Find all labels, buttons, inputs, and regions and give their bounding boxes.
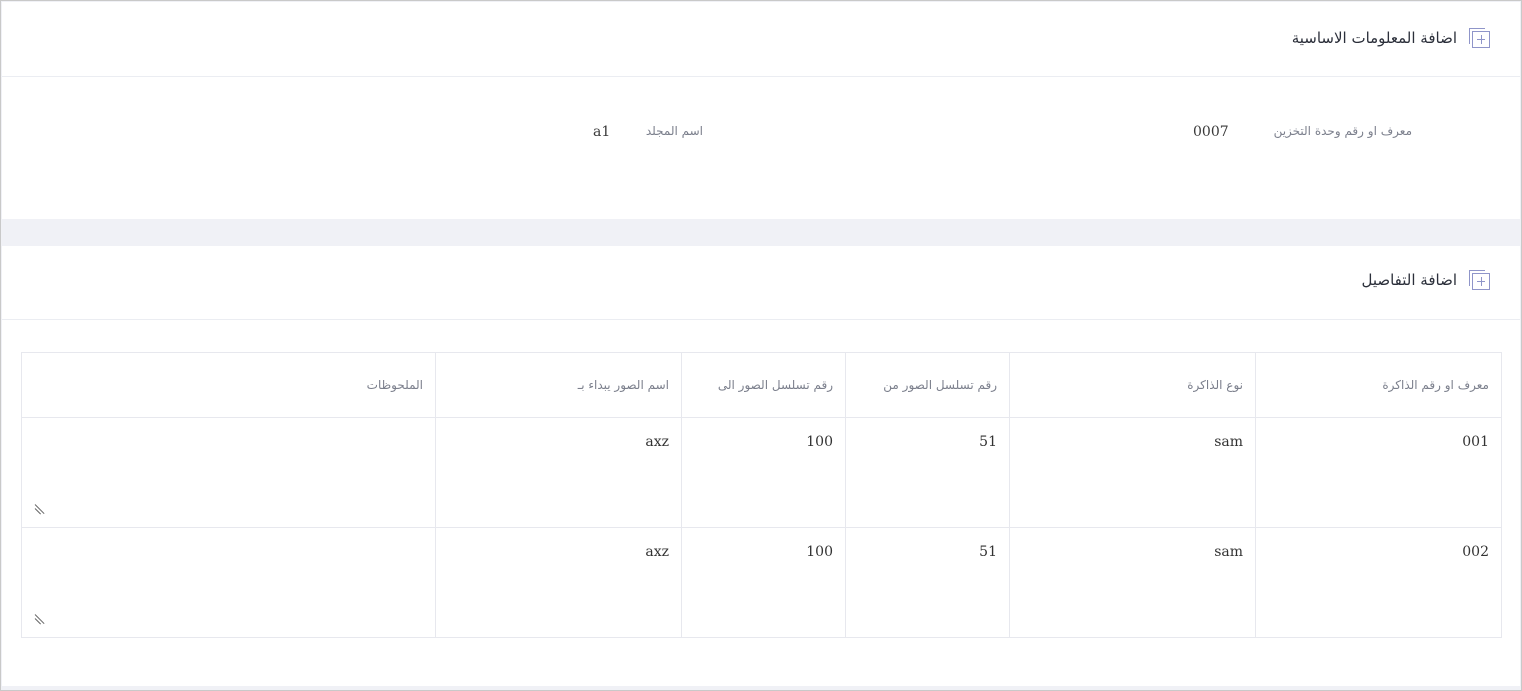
column-header-name-prefix: اسم الصور يبداء بـ [435, 352, 682, 418]
basic-info-panel: اضافة المعلومات الاساسية معرف او رقم وحد… [2, 2, 1520, 219]
seq-from-cell[interactable]: 51 [845, 417, 1010, 528]
details-table: معرف او رقم الذاكرة نوع الذاكرة رقم تسلس… [21, 352, 1502, 638]
memory-id-cell[interactable]: 001 [1255, 417, 1502, 528]
column-header-notes: الملحوظات [21, 352, 436, 418]
notes-textarea[interactable] [21, 527, 436, 638]
seq-to-cell[interactable]: 100 [681, 417, 846, 528]
resize-handle-icon[interactable] [35, 504, 45, 514]
notes-textarea[interactable] [21, 417, 436, 528]
storage-id-value: 0007 [1193, 124, 1229, 140]
storage-id-label: معرف او رقم وحدة التخزين [1273, 124, 1412, 138]
folder-name-value: a1 [593, 124, 611, 140]
memory-id-cell[interactable]: 002 [1255, 527, 1502, 638]
seq-from-cell[interactable]: 51 [845, 527, 1010, 638]
column-header-memory-type: نوع الذاكرة [1009, 352, 1256, 418]
details-title: اضافة التفاصيل [1361, 271, 1457, 289]
expand-icon[interactable] [1469, 28, 1490, 48]
table-header-row: معرف او رقم الذاكرة نوع الذاكرة رقم تسلس… [21, 352, 1502, 418]
expand-icon[interactable] [1469, 270, 1490, 290]
details-header: اضافة التفاصيل [2, 246, 1520, 320]
details-panel: اضافة التفاصيل معرف او رقم الذاكرة نوع ا… [2, 246, 1520, 686]
memory-type-cell[interactable]: sam [1009, 417, 1256, 528]
column-header-memory-id: معرف او رقم الذاكرة [1255, 352, 1502, 418]
memory-type-cell[interactable]: sam [1009, 527, 1256, 638]
name-prefix-cell[interactable]: axz [435, 527, 682, 638]
app-frame: اضافة المعلومات الاساسية معرف او رقم وحد… [0, 0, 1522, 691]
column-header-seq-to: رقم تسلسل الصور الى [681, 352, 846, 418]
basic-info-header: اضافة المعلومات الاساسية [2, 2, 1520, 77]
table-row: 002 sam 51 100 axz [21, 527, 1502, 638]
folder-name-label: اسم المجلد [645, 124, 703, 138]
basic-info-title: اضافة المعلومات الاساسية [1291, 29, 1457, 47]
resize-handle-icon[interactable] [35, 614, 45, 624]
name-prefix-cell[interactable]: axz [435, 417, 682, 528]
column-header-seq-from: رقم تسلسل الصور من [845, 352, 1010, 418]
seq-to-cell[interactable]: 100 [681, 527, 846, 638]
table-row: 001 sam 51 100 axz [21, 417, 1502, 528]
